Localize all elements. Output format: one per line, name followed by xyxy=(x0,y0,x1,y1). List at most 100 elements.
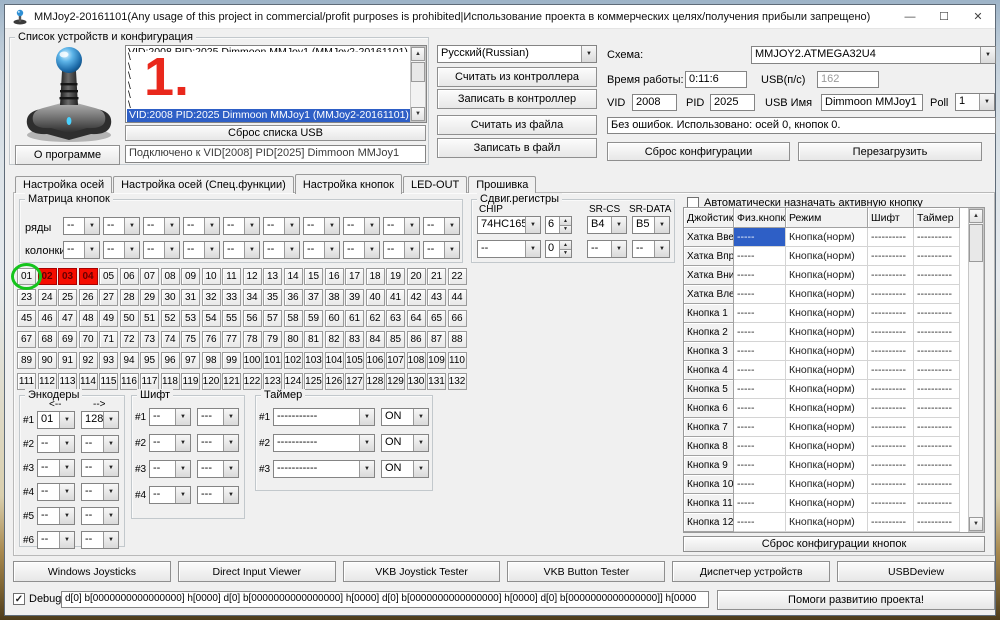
row-header-button[interactable]: Кнопка 5 xyxy=(684,380,734,399)
shift-1-b-dropdown[interactable]: ---▼ xyxy=(197,408,239,426)
tab-axes-special[interactable]: Настройка осей (Спец.функции) xyxy=(113,176,294,193)
grid-button-48[interactable]: 48 xyxy=(79,310,98,327)
grid-button-118[interactable]: 118 xyxy=(161,373,180,390)
grid-button-117[interactable]: 117 xyxy=(140,373,159,390)
grid-button-79[interactable]: 79 xyxy=(263,331,282,348)
grid-button-33[interactable]: 33 xyxy=(222,289,241,306)
spinner-down-icon[interactable]: ▼ xyxy=(559,225,571,234)
shift-cell[interactable]: ---------- xyxy=(868,228,914,247)
read-from-controller-button[interactable]: Считать из контроллера xyxy=(437,67,597,87)
shift-4-a-dropdown[interactable]: --▼ xyxy=(149,486,191,504)
windows-joysticks-button[interactable]: Windows Joysticks xyxy=(13,561,171,582)
scroll-down-icon[interactable]: ▼ xyxy=(411,107,425,121)
grid-button-59[interactable]: 59 xyxy=(304,310,323,327)
sr-data-dropdown-1[interactable]: B5▼ xyxy=(632,216,670,234)
grid-button-94[interactable]: 94 xyxy=(120,352,139,369)
row-header-button[interactable]: Кнопка 4 xyxy=(684,361,734,380)
timer-cell[interactable]: ---------- xyxy=(914,304,960,323)
shift-1-a-dropdown[interactable]: --▼ xyxy=(149,408,191,426)
grid-button-105[interactable]: 105 xyxy=(345,352,364,369)
mode-cell[interactable]: Кнопка(норм) xyxy=(786,361,868,380)
grid-button-49[interactable]: 49 xyxy=(99,310,118,327)
phys-cell[interactable]: ----- xyxy=(734,456,786,475)
read-from-file-button[interactable]: Считать из файла xyxy=(437,115,597,135)
row-header-button[interactable]: Хатка Вправо xyxy=(684,247,734,266)
encoder-3-right-dropdown[interactable]: --▼ xyxy=(81,459,119,477)
grid-button-34[interactable]: 34 xyxy=(243,289,262,306)
grid-button-44[interactable]: 44 xyxy=(448,289,467,306)
mode-cell[interactable]: Кнопка(норм) xyxy=(786,513,868,532)
grid-button-88[interactable]: 88 xyxy=(448,331,467,348)
grid-button-51[interactable]: 51 xyxy=(140,310,159,327)
timer-cell[interactable]: ---------- xyxy=(914,361,960,380)
grid-button-124[interactable]: 124 xyxy=(284,373,303,390)
usbdeview-button[interactable]: USBDeview xyxy=(837,561,995,582)
sr-chip-dropdown-1[interactable]: 74HC165▼ xyxy=(477,216,541,234)
grid-button-125[interactable]: 125 xyxy=(304,373,323,390)
matrix-col-combo-4[interactable]: --▼ xyxy=(183,241,220,259)
encoder-2-left-dropdown[interactable]: --▼ xyxy=(37,435,75,453)
grid-button-96[interactable]: 96 xyxy=(161,352,180,369)
row-header-button[interactable]: Кнопка 8 xyxy=(684,437,734,456)
grid-button-35[interactable]: 35 xyxy=(263,289,282,306)
grid-button-26[interactable]: 26 xyxy=(79,289,98,306)
grid-button-46[interactable]: 46 xyxy=(38,310,57,327)
shift-cell[interactable]: ---------- xyxy=(868,380,914,399)
maximize-button[interactable]: ☐ xyxy=(927,5,961,29)
row-header-button[interactable]: Кнопка 10 xyxy=(684,475,734,494)
row-header-button[interactable]: Кнопка 12 xyxy=(684,513,734,532)
poll-dropdown[interactable]: 1▼ xyxy=(955,93,995,111)
minimize-button[interactable]: — xyxy=(893,5,927,29)
shift-cell[interactable]: ---------- xyxy=(868,437,914,456)
direct-input-viewer-button[interactable]: Direct Input Viewer xyxy=(178,561,336,582)
grid-button-54[interactable]: 54 xyxy=(202,310,221,327)
grid-button-120[interactable]: 120 xyxy=(202,373,221,390)
grid-button-15[interactable]: 15 xyxy=(304,268,323,285)
timer-cell[interactable]: ---------- xyxy=(914,266,960,285)
grid-button-122[interactable]: 122 xyxy=(243,373,262,390)
column-header-4[interactable]: Шифт xyxy=(868,208,914,228)
grid-button-08[interactable]: 08 xyxy=(161,268,180,285)
spinner-up-icon[interactable]: ▲ xyxy=(559,241,571,249)
phys-cell[interactable]: ----- xyxy=(734,247,786,266)
grid-button-83[interactable]: 83 xyxy=(345,331,364,348)
timer-1-source-dropdown[interactable]: -----------▼ xyxy=(273,408,375,426)
grid-button-16[interactable]: 16 xyxy=(325,268,344,285)
grid-button-100[interactable]: 100 xyxy=(243,352,262,369)
grid-button-07[interactable]: 07 xyxy=(140,268,159,285)
spinner-up-icon[interactable]: ▲ xyxy=(559,217,571,225)
encoder-5-left-dropdown[interactable]: --▼ xyxy=(37,507,75,525)
pid-field[interactable]: 2025 xyxy=(710,94,755,111)
grid-button-107[interactable]: 107 xyxy=(386,352,405,369)
sr-count-spinner-1[interactable]: 6▲▼ xyxy=(545,216,572,234)
encoder-3-left-dropdown[interactable]: --▼ xyxy=(37,459,75,477)
vkb-joystick-tester-button[interactable]: VKB Joystick Tester xyxy=(343,561,501,582)
grid-button-103[interactable]: 103 xyxy=(304,352,323,369)
grid-button-98[interactable]: 98 xyxy=(202,352,221,369)
grid-button-37[interactable]: 37 xyxy=(304,289,323,306)
mode-cell[interactable]: Кнопка(норм) xyxy=(786,285,868,304)
mode-cell[interactable]: Кнопка(норм) xyxy=(786,456,868,475)
vid-field[interactable]: 2008 xyxy=(632,94,677,111)
grid-button-110[interactable]: 110 xyxy=(448,352,467,369)
grid-button-127[interactable]: 127 xyxy=(345,373,364,390)
grid-button-32[interactable]: 32 xyxy=(202,289,221,306)
matrix-row-combo-8[interactable]: --▼ xyxy=(343,217,380,235)
sr-chip-dropdown-2[interactable]: --▼ xyxy=(477,240,541,258)
phys-cell[interactable]: ----- xyxy=(734,304,786,323)
device-manager-button[interactable]: Диспетчер устройств xyxy=(672,561,830,582)
shift-2-a-dropdown[interactable]: --▼ xyxy=(149,434,191,452)
sr-cs-dropdown-2[interactable]: --▼ xyxy=(587,240,627,258)
grid-button-78[interactable]: 78 xyxy=(243,331,262,348)
sr-count-spinner-2[interactable]: 0▲▼ xyxy=(545,240,572,258)
phys-cell[interactable]: ----- xyxy=(734,361,786,380)
matrix-row-combo-4[interactable]: --▼ xyxy=(183,217,220,235)
mode-cell[interactable]: Кнопка(норм) xyxy=(786,475,868,494)
grid-button-27[interactable]: 27 xyxy=(99,289,118,306)
grid-button-82[interactable]: 82 xyxy=(325,331,344,348)
grid-button-104[interactable]: 104 xyxy=(325,352,344,369)
timer-2-source-dropdown[interactable]: -----------▼ xyxy=(273,434,375,452)
timer-cell[interactable]: ---------- xyxy=(914,456,960,475)
grid-button-42[interactable]: 42 xyxy=(407,289,426,306)
timer-3-mode-dropdown[interactable]: ON▼ xyxy=(381,460,429,478)
